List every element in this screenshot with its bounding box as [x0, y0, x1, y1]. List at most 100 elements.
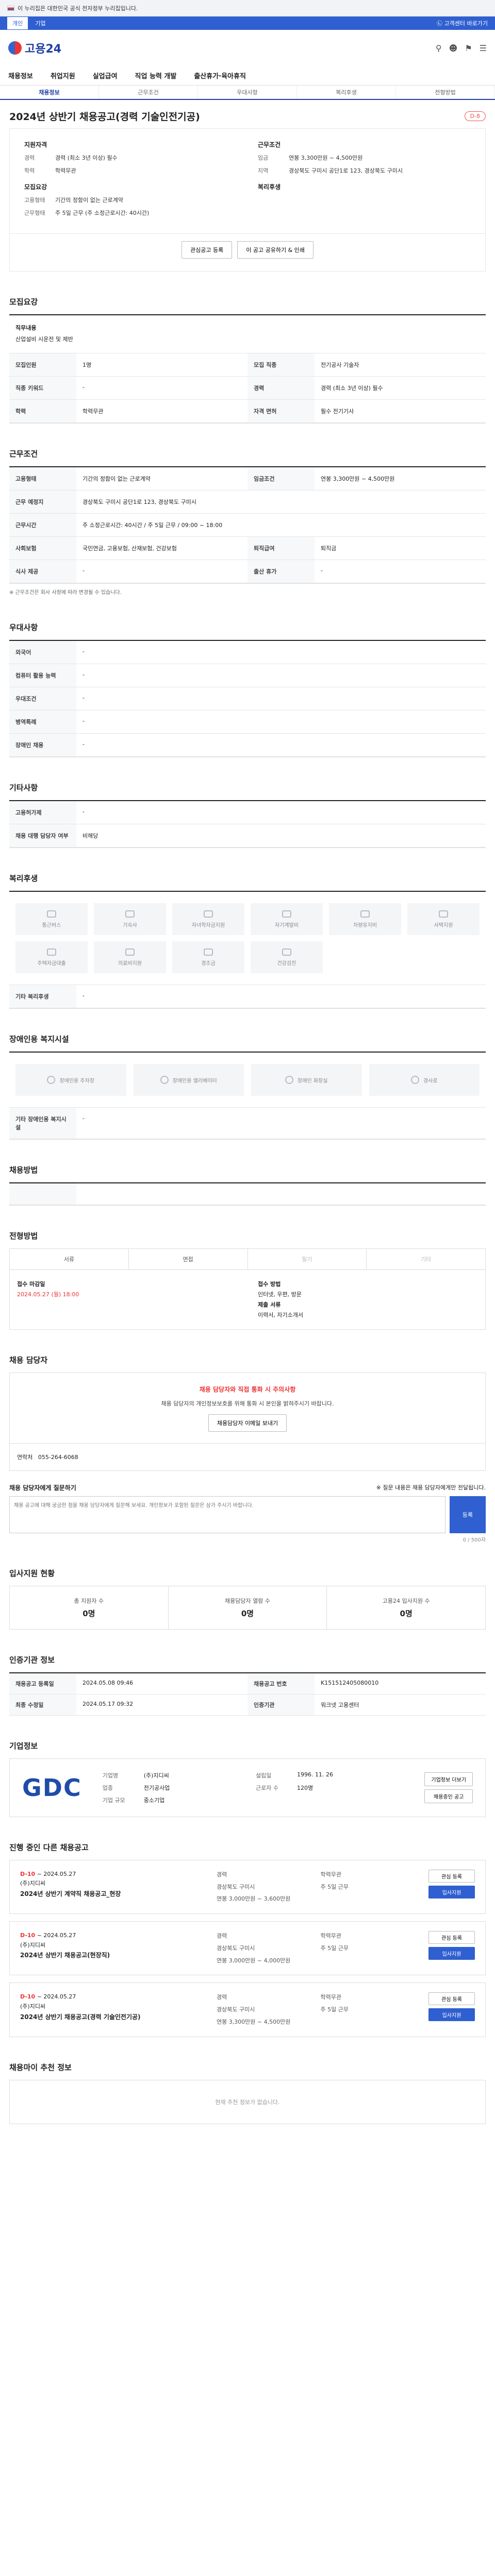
welfare-other-table: 기타 복리후생 -	[9, 985, 486, 1009]
section-recent-title: 진행 중인 다른 채용공고	[9, 1842, 89, 1852]
step-written: 필기	[248, 1249, 367, 1270]
other-box: 고용허가제 - 채용 대행 담당자 여부 비해당	[9, 800, 486, 849]
qna-char-count: 0 / 500자	[463, 1537, 486, 1543]
work-note: ※ 근무조건은 회사 사정에 따라 변경될 수 있습니다.	[9, 590, 122, 596]
step-document: 서류	[10, 1249, 129, 1270]
disabled-item: 장애인용 엘리베이터	[133, 1064, 244, 1096]
tab-recruit[interactable]: 채용정보	[0, 86, 99, 99]
share-button[interactable]: 이 공고 공유하기 & 인쇄	[237, 241, 314, 259]
nav-item-support[interactable]: 취업지원	[51, 71, 75, 80]
interest-button[interactable]: 관심 등록	[428, 1869, 475, 1883]
nav-item-training[interactable]: 직업 능력 개발	[135, 71, 177, 80]
stat-total: 총 지원자 수 0명	[10, 1586, 169, 1629]
welfare-item: 건강검진	[251, 941, 323, 974]
welfare-item: 주택자금대출	[15, 941, 88, 974]
section-process-title: 채용방법	[9, 1165, 38, 1175]
section-review-title: 채용마이 추천 정보	[9, 2062, 72, 2072]
car-icon	[360, 910, 370, 918]
gov-banner: 이 누리집은 대한민국 공식 전자정부 누리집입니다.	[0, 0, 495, 16]
reference-table: 채용공고 등록일 2024.05.08 09:46 채용공고 번호 K1515124…	[9, 1672, 486, 1716]
section-company-title: 기업정보	[9, 1741, 38, 1751]
company-logo: GDC	[22, 1773, 82, 1802]
scholarship-icon	[204, 910, 213, 918]
dorm-icon	[125, 910, 135, 918]
bell-icon[interactable]: ⚑	[465, 43, 472, 53]
interest-button[interactable]: 관심 등록	[428, 1992, 475, 2006]
nav-item-unemployment[interactable]: 실업급여	[93, 71, 118, 80]
process-box	[9, 1182, 486, 1206]
tab-work[interactable]: 근무조건	[99, 86, 198, 99]
stats-row: 총 지원자 수 0명 채용담당자 열람 수 0명 고용24 입사지원 수 0명	[9, 1585, 486, 1630]
welfare-item: 통근버스	[15, 903, 88, 936]
section-reference-title: 인증기관 정보	[9, 1655, 55, 1665]
logo-mark-icon	[8, 41, 22, 55]
tab-business[interactable]: 기업	[30, 17, 51, 29]
top-utility-bar: 개인 기업 ㉡ 고객센터 바로가기	[0, 16, 495, 30]
nav-item-leave[interactable]: 출산휴가·육아휴직	[194, 71, 246, 80]
tab-prefer[interactable]: 우대사항	[198, 86, 297, 99]
section-other-title: 기타사항	[9, 783, 38, 793]
list-item[interactable]: D-10 ~ 2024.05.27 (주)지디씨 2024년 상반기 채용공고(…	[9, 1982, 486, 2037]
qna-input[interactable]	[9, 1496, 446, 1533]
nav-item-jobs[interactable]: 채용정보	[8, 71, 33, 80]
search-icon[interactable]: ⚲	[436, 43, 442, 53]
recent-list: D-10 ~ 2024.05.27 (주)지디씨 2024년 상반기 계약직 채…	[9, 1859, 486, 2037]
disabled-other-table: 기타 장애인용 복지시설 -	[9, 1108, 486, 1140]
apply-info: 접수 마감일 2024.05.27 (월) 18:00 접수 방법 인터넷, 우…	[9, 1270, 486, 1330]
welfare-item: 자기계발비	[251, 903, 323, 936]
company-info-button[interactable]: 기업정보 더보기	[424, 1772, 473, 1786]
section-work-title: 근무조건	[9, 449, 38, 459]
disabled-item: 장애인용 주차장	[15, 1064, 126, 1096]
disabled-grid: 장애인용 주차장 장애인용 엘리베이터 장애인 화장실 경사로	[9, 1053, 486, 1108]
company-jobs-button[interactable]: 채용중인 공고	[424, 1789, 473, 1803]
section-contact-title: 채용 담당자	[9, 1355, 48, 1365]
tab-welfare[interactable]: 복리후생	[297, 86, 396, 99]
disabled-item: 장애인 화장실	[251, 1064, 362, 1096]
customer-center-link[interactable]: ㉡ 고객센터 바로가기	[437, 19, 488, 27]
process-table	[9, 1183, 486, 1206]
work-table: 고용형태 기간의 정함이 없는 근로계약 임금조건 연봉 3,300만원 ~ 4,5…	[9, 467, 486, 584]
stat-viewed: 채용담당자 열람 수 0명	[169, 1586, 327, 1629]
book-icon	[282, 910, 291, 918]
section-welfare-title: 복리후생	[9, 874, 38, 884]
step-interview: 면접	[129, 1249, 248, 1270]
deadline-date: 2024.05.27 (월) 18:00	[17, 1291, 79, 1298]
interest-button[interactable]: 관심공고 등록	[182, 241, 233, 259]
tab-personal[interactable]: 개인	[7, 17, 28, 29]
prefer-table: 외국어 - 컴퓨터 활용 능력 - 우대조건 - 병역특례 - 장애인 채용 -	[9, 641, 486, 757]
step-other: 기타	[421, 1256, 432, 1263]
apply-button[interactable]: 입사지원	[428, 1885, 475, 1899]
qna-form: 등록	[9, 1496, 486, 1533]
welfare-grid: 통근버스 기숙사 자녀학자금지원 자기계발비 차량유지비 사택지원 주택자금대출…	[9, 892, 486, 986]
apply-button[interactable]: 입사지원	[428, 2008, 475, 2022]
house-icon	[439, 910, 448, 918]
qna-submit-button[interactable]: 등록	[450, 1496, 486, 1533]
header: 고용24 ⚲ ☻ ⚑ ☰	[0, 30, 495, 66]
list-item[interactable]: D-10 ~ 2024.05.27 (주)지디씨 2024년 상반기 채용공고(…	[9, 1921, 486, 1976]
interest-button[interactable]: 관심 등록	[428, 1931, 475, 1944]
main-nav: 채용정보 취업지원 실업급여 직업 능력 개발 출산휴가·육아휴직	[0, 66, 495, 86]
qualification-heading: 지원자격	[24, 141, 47, 148]
recruit-table: 모집인원 1명 모집 직종 전기공사 기술자 직종 키워드 - 경력 경력 (최소 3년…	[9, 353, 486, 423]
process-steps: 서류 면접 필기 기타	[9, 1248, 486, 1270]
other-table: 고용허가제 - 채용 대행 담당자 여부 비해당	[9, 801, 486, 848]
email-contact-button[interactable]: 채용담당자 이메일 보내기	[208, 1414, 287, 1432]
restroom-icon	[285, 1076, 294, 1084]
recruit-box: 직무내용 산업설비 시운전 및 제반 모집인원 1명 모집 직종 전기공사 기술자 …	[9, 314, 486, 424]
health-icon	[282, 948, 291, 956]
duty-block: 직무내용 산업설비 시운전 및 제반	[9, 315, 486, 354]
welfare-box: 통근버스 기숙사 자녀학자금지원 자기계발비 차량유지비 사택지원 주택자금대출…	[9, 891, 486, 1009]
list-item[interactable]: D-10 ~ 2024.05.27 (주)지디씨 2024년 상반기 계약직 채…	[9, 1859, 486, 1914]
recruit-heading: 모집요강	[24, 183, 47, 191]
apply-button[interactable]: 입사지원	[428, 1947, 475, 1960]
work-heading: 근무조건	[258, 141, 281, 148]
site-logo[interactable]: 고용24	[8, 40, 61, 56]
tab-process[interactable]: 전형방법	[396, 86, 495, 99]
user-icon[interactable]: ☻	[449, 43, 458, 53]
gift-icon	[204, 948, 213, 956]
menu-icon[interactable]: ☰	[480, 43, 487, 53]
ramp-icon	[410, 1076, 419, 1084]
welfare-item: 의료비지원	[94, 941, 166, 974]
section-disabled-title: 장애인용 복지시설	[9, 1035, 69, 1044]
section-apply-title: 전형방법	[9, 1231, 38, 1241]
